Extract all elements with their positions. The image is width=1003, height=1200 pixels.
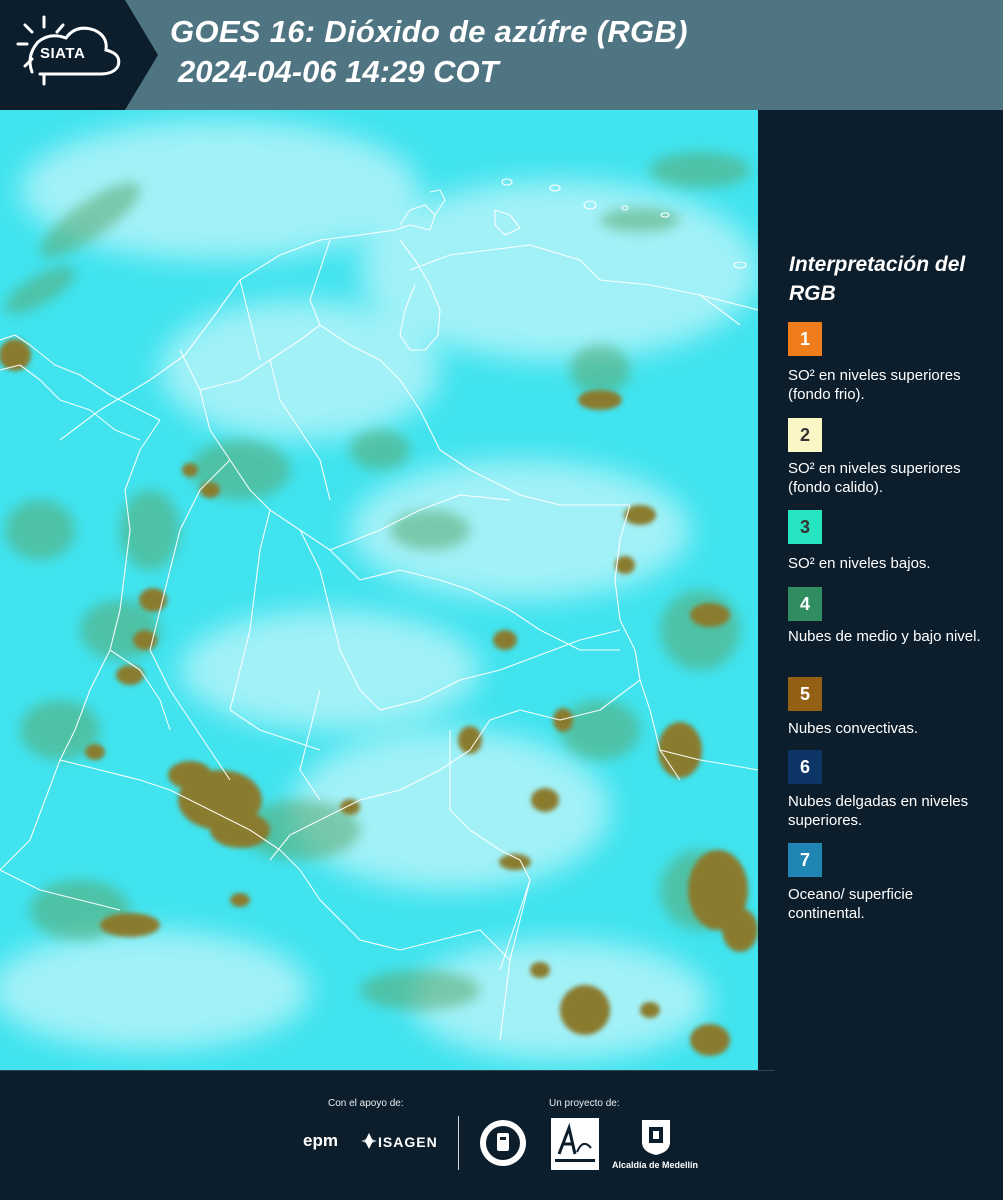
legend-swatch-1: 1 bbox=[788, 322, 822, 356]
isagen-logo[interactable]: ISAGEN bbox=[378, 1134, 438, 1150]
legend-label-1: SO² en niveles superiores (fondo frio). bbox=[788, 367, 961, 403]
satellite-image bbox=[0, 110, 758, 1070]
support-label: Con el apoyo de: bbox=[328, 1098, 404, 1109]
footer-divider-line bbox=[0, 1070, 775, 1071]
isagen-icon bbox=[361, 1133, 377, 1149]
epm-logo[interactable]: epm bbox=[303, 1131, 338, 1151]
legend-label-2: SO² en niveles superiores (fondo calido)… bbox=[788, 460, 961, 496]
satellite-map[interactable] bbox=[0, 110, 758, 1070]
legend-swatch-6: 6 bbox=[788, 750, 822, 784]
project-label: Un proyecto de: bbox=[549, 1098, 620, 1109]
legend-label-6: Nubes delgadas en niveles superiores. bbox=[788, 793, 969, 829]
page-title: GOES 16: Dióxido de azúfre (RGB) bbox=[170, 14, 688, 49]
legend-label-5: Nubes convectivas. bbox=[788, 720, 919, 737]
page-timestamp: 2024-04-06 14:29 COT bbox=[178, 54, 499, 89]
alcaldia-shield-icon[interactable] bbox=[640, 1118, 672, 1156]
footer: Con el apoyo de: Un proyecto de: epm ISA… bbox=[0, 1070, 1003, 1200]
alcaldia-label: Alcaldía de Medellín bbox=[612, 1160, 699, 1170]
legend-title: Interpretación del RGB bbox=[789, 253, 966, 305]
legend-swatch-2: 2 bbox=[788, 418, 822, 452]
header-bar: SIATA GOES 16: Dióxido de azúfre (RGB) 2… bbox=[0, 0, 1003, 110]
footer-separator bbox=[458, 1116, 459, 1170]
legend-swatch-7: 7 bbox=[788, 843, 822, 877]
legend-swatch-3: 3 bbox=[788, 510, 822, 544]
legend-label-4: Nubes de medio y bajo nivel. bbox=[788, 628, 981, 645]
legend-swatch-5: 5 bbox=[788, 677, 822, 711]
logo-text: SIATA bbox=[40, 45, 86, 62]
siata-logo[interactable]: SIATA bbox=[0, 0, 158, 110]
legend-swatch-4: 4 bbox=[788, 587, 822, 621]
legend-label-7: Oceano/ superficie continental. bbox=[788, 886, 914, 922]
medellin-seal-icon[interactable] bbox=[478, 1118, 528, 1168]
legend-label-3: SO² en niveles bajos. bbox=[788, 555, 931, 572]
legend-panel: Interpretación del RGB 1 SO² en niveles s… bbox=[760, 110, 1003, 1070]
area-metropolitana-icon[interactable] bbox=[551, 1118, 599, 1170]
